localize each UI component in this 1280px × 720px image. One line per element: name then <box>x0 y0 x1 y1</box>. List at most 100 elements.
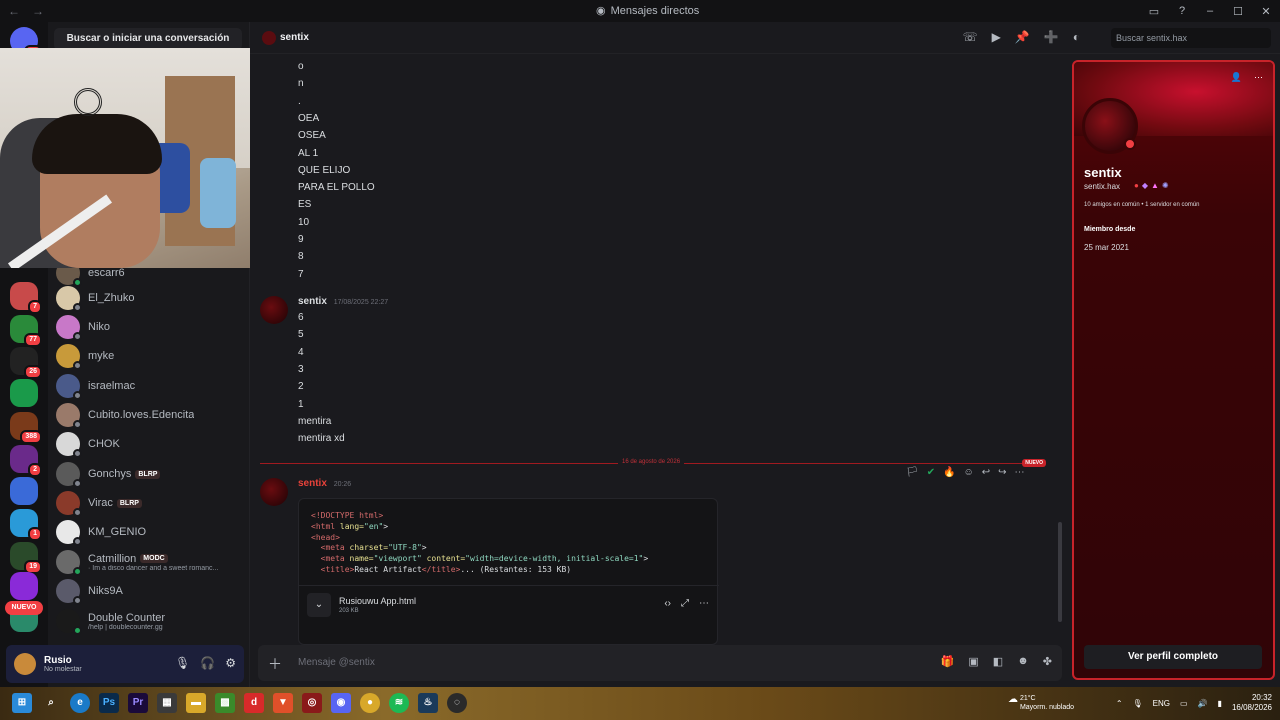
code-view-icon[interactable]: ‹› <box>664 598 671 609</box>
language-indicator[interactable]: ENG <box>1153 699 1170 708</box>
file-size: 203 KB <box>339 608 359 614</box>
forward-icon[interactable]: → <box>32 4 44 18</box>
nitro-badge-icon[interactable]: ◆ <box>1142 181 1148 190</box>
user-panel: Rusio No molestar 🎙 🎧 ⚙ <box>6 645 244 683</box>
dm-item[interactable]: KM_GENIO <box>56 518 246 546</box>
server-icon[interactable]: 26 <box>10 347 42 379</box>
premiere-icon[interactable]: Pr <box>128 693 148 713</box>
reply-icon[interactable]: ↩ <box>982 467 990 485</box>
dm-item[interactable]: Double Counter/help | doublecounter.gg <box>56 607 246 635</box>
brave-icon[interactable]: ▼ <box>273 693 293 713</box>
server-icon[interactable]: 1 <box>10 509 42 541</box>
rainbow-flag-icon[interactable]: 🏳 <box>906 467 919 485</box>
mutual-info[interactable]: 10 amigos en común • 1 servidor en común <box>1084 202 1200 208</box>
chrome-icon[interactable]: ● <box>360 693 380 713</box>
weather-widget[interactable]: ☁ 21°C Mayorm. nublado <box>1008 694 1074 712</box>
file-name[interactable]: Rusiouwu App.html <box>339 596 416 606</box>
close-button[interactable]: ✕ <box>1252 5 1280 18</box>
app2-icon[interactable]: ◎ <box>302 693 322 713</box>
pin-icon[interactable]: 📌 <box>1015 30 1030 44</box>
status-indicator <box>73 449 82 458</box>
windows-start-icon[interactable]: ⊞ <box>12 693 32 713</box>
server-icon[interactable]: 2 <box>10 445 42 477</box>
network-icon[interactable]: ▭ <box>1180 699 1188 708</box>
scrollbar[interactable] <box>1058 522 1062 622</box>
server-tag: BLRP <box>116 498 142 508</box>
channel-search-input[interactable]: Buscar sentix.hax <box>1111 28 1271 48</box>
obs-icon[interactable]: ◌ <box>447 693 467 713</box>
chevron-up-icon[interactable]: ⌃ <box>1116 699 1123 708</box>
view-full-profile-button[interactable]: Ver perfil completo <box>1084 645 1262 669</box>
dm-item[interactable]: Catmillion MODC · Im a disco dancer and a … <box>56 548 246 576</box>
fire-icon[interactable]: 🔥 <box>943 467 955 485</box>
check-icon[interactable]: ✔ <box>927 467 935 485</box>
more-icon[interactable]: ⋯ <box>1015 467 1025 485</box>
profile-icon[interactable]: ◐ <box>1073 30 1080 44</box>
boost-badge-icon[interactable]: ▲ <box>1151 181 1159 190</box>
server-icon[interactable]: 19 <box>10 542 42 574</box>
dm-item[interactable]: myke <box>56 342 246 370</box>
dm-item[interactable]: israelmac <box>56 372 246 400</box>
avatar[interactable] <box>14 653 36 675</box>
add-friend-icon[interactable]: ➕ <box>1044 30 1059 44</box>
settings-gear-icon[interactable]: ⚙ <box>225 656 236 670</box>
dm-name: Gonchys BLRP <box>88 468 161 480</box>
more-icon[interactable]: ⋯ <box>699 598 709 609</box>
spotify-icon[interactable]: ≋ <box>389 693 409 713</box>
avatar <box>56 315 82 341</box>
emoji-icon[interactable]: ☻ <box>1017 655 1029 668</box>
store-icon[interactable]: ▦ <box>157 693 177 713</box>
discord-taskbar-icon[interactable]: ◉ <box>331 693 351 713</box>
expand-chevron-icon[interactable]: ⌄ <box>307 593 331 617</box>
headphones-icon[interactable]: 🎧 <box>200 656 215 670</box>
call-icon[interactable]: ☏ <box>963 30 978 44</box>
sticker-icon[interactable]: ◧ <box>993 655 1003 668</box>
server-icon[interactable] <box>10 572 38 600</box>
mic-tray-icon[interactable]: 🎙 <box>1133 699 1143 708</box>
steam-icon[interactable]: ♨ <box>418 693 438 713</box>
help-icon[interactable]: ? <box>1168 5 1196 17</box>
inbox-icon[interactable]: ▭ <box>1140 5 1168 18</box>
expand-icon[interactable]: ⤢ <box>681 598 689 609</box>
app-icon[interactable]: d <box>244 693 264 713</box>
add-reaction-icon[interactable]: ☺ <box>964 467 974 485</box>
server-icon[interactable]: 77 <box>10 315 42 347</box>
add-attachment-icon[interactable]: ＋ <box>268 654 282 674</box>
maximize-button[interactable]: ☐ <box>1224 5 1252 18</box>
badge-icon[interactable]: ● <box>1134 181 1139 190</box>
dm-item[interactable]: El_Zhuko <box>56 284 246 312</box>
volume-icon[interactable]: 🔊 <box>1198 699 1208 708</box>
more-icon[interactable]: ⋯ <box>1254 72 1263 83</box>
minimize-button[interactable]: – <box>1196 5 1224 17</box>
add-friend-icon[interactable]: 👤 <box>1231 72 1242 83</box>
battery-icon[interactable]: ▮ <box>1218 699 1222 708</box>
back-icon[interactable]: ← <box>8 4 20 18</box>
clock[interactable]: 20:32 16/08/2026 <box>1232 693 1272 713</box>
dm-item[interactable]: Cubito.loves.Edencita <box>56 401 246 429</box>
dm-search-button[interactable]: Buscar o iniciar una conversación <box>54 28 242 50</box>
edge-icon[interactable]: e <box>70 693 90 713</box>
server-icon[interactable] <box>10 477 38 505</box>
minecraft-icon[interactable]: ▩ <box>215 693 235 713</box>
search-icon[interactable]: ⌕ <box>41 693 61 713</box>
dm-name: Catmillion MODC <box>88 553 218 565</box>
photoshop-icon[interactable]: Ps <box>99 693 119 713</box>
message-input[interactable]: Mensaje @sentix <box>298 657 375 668</box>
server-icon[interactable]: 7 <box>10 282 42 314</box>
dm-item[interactable]: Gonchys BLRP <box>56 460 246 488</box>
dm-item[interactable]: Virac BLRP <box>56 489 246 517</box>
gif-icon[interactable]: ▣ <box>968 655 978 668</box>
taskbar: ⊞ ⌕ e Ps Pr ▦ ▬ ▩ d ▼ ◎ ◉ ● ≋ ♨ ◌ ⌃ 🎙 EN… <box>0 687 1280 720</box>
gift-icon[interactable]: 🎁 <box>941 655 955 668</box>
forward-icon[interactable]: ↪ <box>998 467 1006 485</box>
video-icon[interactable]: ▶ <box>992 30 1001 44</box>
quest-badge-icon[interactable]: ✺ <box>1162 181 1169 190</box>
apps-icon[interactable]: ✤ <box>1043 655 1052 668</box>
server-icon[interactable] <box>10 379 38 407</box>
dm-item[interactable]: Niks9A <box>56 577 246 605</box>
dm-item[interactable]: Niko <box>56 313 246 341</box>
dm-item[interactable]: CHOK <box>56 430 246 458</box>
microphone-icon[interactable]: 🎙 <box>175 656 190 670</box>
folder-icon[interactable]: ▬ <box>186 693 206 713</box>
server-icon[interactable]: 388 <box>10 412 42 444</box>
